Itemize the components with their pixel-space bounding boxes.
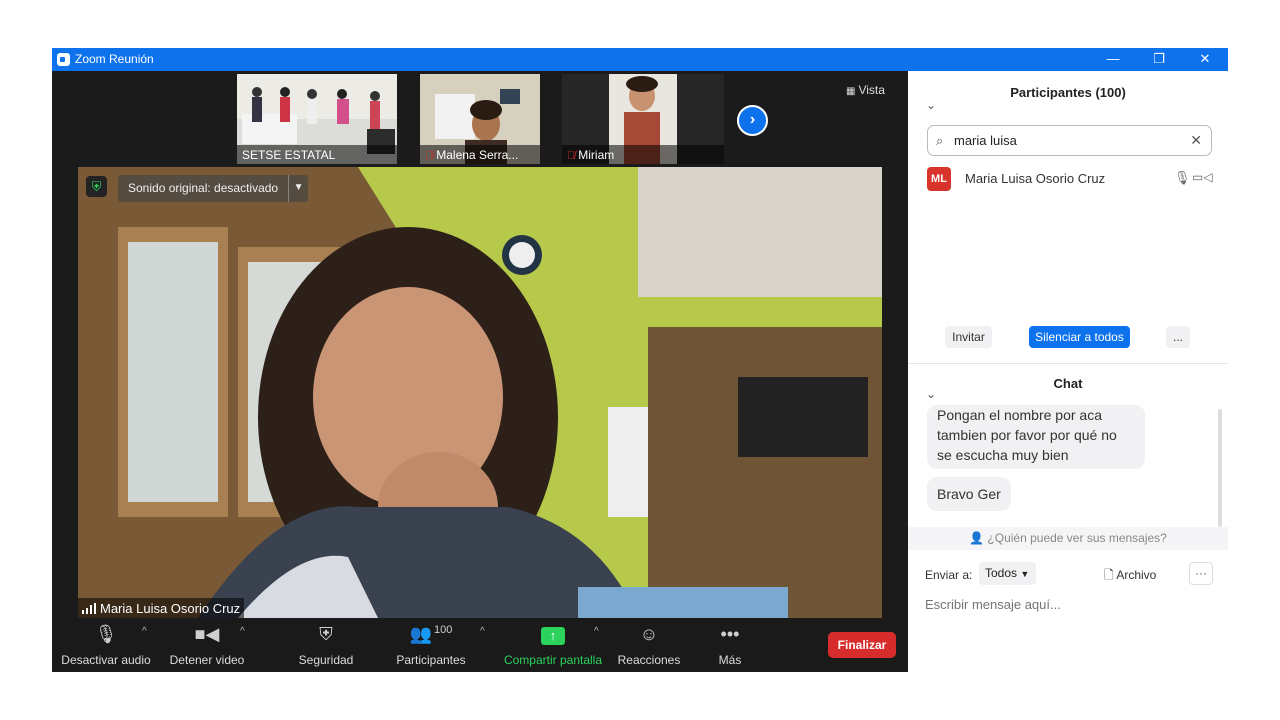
speaker-video-image (78, 167, 882, 618)
microphone-icon: 🎙 (94, 624, 118, 644)
collapse-chevron-icon[interactable]: ⌄ (926, 83, 936, 127)
more-label: Más (718, 653, 742, 667)
file-icon: 🗋 (1104, 568, 1114, 582)
video-options-caret-icon[interactable]: ^ (240, 626, 245, 637)
restore-button[interactable]: ❐ (1136, 48, 1182, 71)
main-video: ⛨ Sonido original: desactivado ▼ Maria Lu… (78, 167, 882, 618)
muted-mic-icon: 🎙̸ (567, 150, 576, 162)
stop-video-label: Detener video (169, 653, 245, 667)
security-button[interactable]: ⛨ Seguridad (292, 618, 360, 672)
more-options-button[interactable]: ... (1166, 326, 1190, 348)
search-icon: ⌕ (936, 133, 944, 148)
thumb-video[interactable]: 🎙̸ Malena Serra... (420, 74, 540, 164)
thumb-name: Malena Serra... (436, 148, 519, 162)
user-eye-icon: 👤 (969, 531, 985, 545)
mute-audio-label: Desactivar audio (61, 653, 151, 667)
view-label: Vista (858, 83, 885, 97)
meeting-toolbar: 🎙 Desactivar audio ^ ■◀ Detener video ^ … (52, 618, 908, 672)
clear-search-icon[interactable]: ✕ (1190, 132, 1202, 149)
file-button[interactable]: 🗋 Archivo (1104, 566, 1156, 587)
reactions-label: Reacciones (617, 653, 681, 667)
zoom-window: Zoom Reunión — ❐ ✕ SETSE ESTATAL 🎙̸ Male… (52, 48, 1228, 672)
participant-row[interactable]: ML Maria Luisa Osorio Cruz 🎙 ▭◁ (927, 167, 1213, 191)
chevron-right-icon: › (749, 111, 756, 128)
audio-options-caret-icon[interactable]: ^ (142, 626, 147, 637)
title-bar: Zoom Reunión — ❐ ✕ (52, 48, 1228, 71)
chat-header: ⌄ Chat (908, 365, 1228, 405)
grid-icon: ▦ (846, 86, 856, 97)
who-can-see-link[interactable]: 👤 ¿Quién puede ver sus mensajes? (908, 527, 1228, 550)
zoom-logo-icon (57, 53, 70, 66)
more-button[interactable]: ••• Más (708, 618, 752, 672)
speaker-name-label: Maria Luisa Osorio Cruz (78, 598, 245, 618)
share-screen-icon: ↑ (500, 624, 606, 648)
stop-video-button[interactable]: ■◀ Detener video (164, 618, 250, 672)
next-page-button[interactable]: › (737, 105, 768, 136)
chat-more-button[interactable]: ··· (1189, 562, 1213, 585)
recipient-value: Todos (985, 566, 1018, 580)
chat-message: Bravo Ger (927, 477, 1011, 511)
participant-search[interactable]: ⌕ ✕ (927, 125, 1212, 156)
thumb-name: Miriam (578, 148, 615, 162)
invite-button[interactable]: Invitar (945, 326, 992, 348)
participants-options-caret-icon[interactable]: ^ (480, 626, 485, 637)
encryption-shield-icon: ⛨ (86, 176, 107, 197)
thumb-label: SETSE ESTATAL (237, 145, 397, 164)
recipient-select[interactable]: Todos ▼ (979, 562, 1036, 585)
window-title: Zoom Reunión (75, 52, 154, 66)
minimize-button[interactable]: — (1090, 48, 1136, 71)
meeting-area: SETSE ESTATAL 🎙̸ Malena Serra... 🎙̸ Miria (52, 71, 908, 672)
video-camera-icon[interactable]: ▭◁ (1192, 170, 1213, 184)
participants-count: 100 (434, 624, 453, 636)
speaker-name: Maria Luisa Osorio Cruz (100, 601, 241, 616)
chevron-down-icon[interactable]: ▼ (288, 175, 308, 202)
participants-icon: 👥 100 (409, 624, 453, 644)
thumb-label: 🎙̸ Miriam (562, 145, 724, 164)
thumb-video[interactable]: SETSE ESTATAL (237, 74, 397, 164)
send-to-label: Enviar a: (925, 568, 973, 582)
signal-bars-icon (82, 603, 96, 614)
original-sound-toggle[interactable]: Sonido original: desactivado ▼ (118, 175, 309, 202)
share-options-caret-icon[interactable]: ^ (594, 626, 599, 637)
participants-label: Participantes (396, 653, 466, 667)
share-screen-label: Compartir pantalla (503, 653, 603, 667)
participants-title: Participantes (100) (1010, 85, 1126, 100)
mute-all-button[interactable]: Silenciar a todos (1029, 326, 1130, 348)
microphone-icon[interactable]: 🎙 (1174, 170, 1191, 186)
more-dots-icon: ••• (720, 624, 740, 644)
panel-divider (908, 363, 1228, 364)
video-camera-icon: ■◀ (194, 624, 220, 644)
security-label: Seguridad (298, 653, 354, 667)
mute-audio-button[interactable]: 🎙 Desactivar audio (60, 618, 152, 672)
side-panel: ⌄ Participantes (100) ⌕ ✕ ML Maria Luisa… (908, 71, 1228, 672)
chat-message-input[interactable] (925, 594, 1215, 614)
avatar: ML (927, 167, 951, 191)
participants-button[interactable]: 👥 100 Participantes (394, 618, 468, 672)
more-dots-icon: ··· (1195, 566, 1207, 580)
thumb-video[interactable]: 🎙̸ Miriam (562, 74, 724, 164)
smiley-plus-icon: ☺ (639, 624, 659, 644)
shield-icon: ⛨ (319, 624, 333, 644)
participant-name: Maria Luisa Osorio Cruz (965, 171, 1106, 186)
muted-mic-icon: 🎙̸ (425, 150, 434, 162)
share-screen-button[interactable]: ↑ Compartir pantalla (500, 618, 606, 672)
chevron-down-icon: ▼ (1020, 569, 1030, 579)
participants-header: ⌄ Participantes (100) (908, 71, 1228, 112)
reactions-button[interactable]: ☺ Reacciones (616, 618, 682, 672)
view-button[interactable]: ▦ Vista (846, 83, 885, 97)
file-label: Archivo (1116, 568, 1157, 582)
thumb-label: 🎙̸ Malena Serra... (420, 145, 540, 164)
participant-search-input[interactable] (954, 131, 1184, 150)
chat-title: Chat (1053, 376, 1083, 391)
who-can-see-text: ¿Quién puede ver sus mensajes? (987, 531, 1167, 545)
chat-message: Pongan el nombre por aca tambien por fav… (927, 405, 1145, 469)
original-sound-label: Sonido original: desactivado (128, 181, 279, 195)
chat-scrollbar[interactable] (1218, 409, 1222, 527)
close-window-button[interactable]: ✕ (1182, 48, 1228, 71)
end-meeting-button[interactable]: Finalizar (828, 632, 896, 658)
